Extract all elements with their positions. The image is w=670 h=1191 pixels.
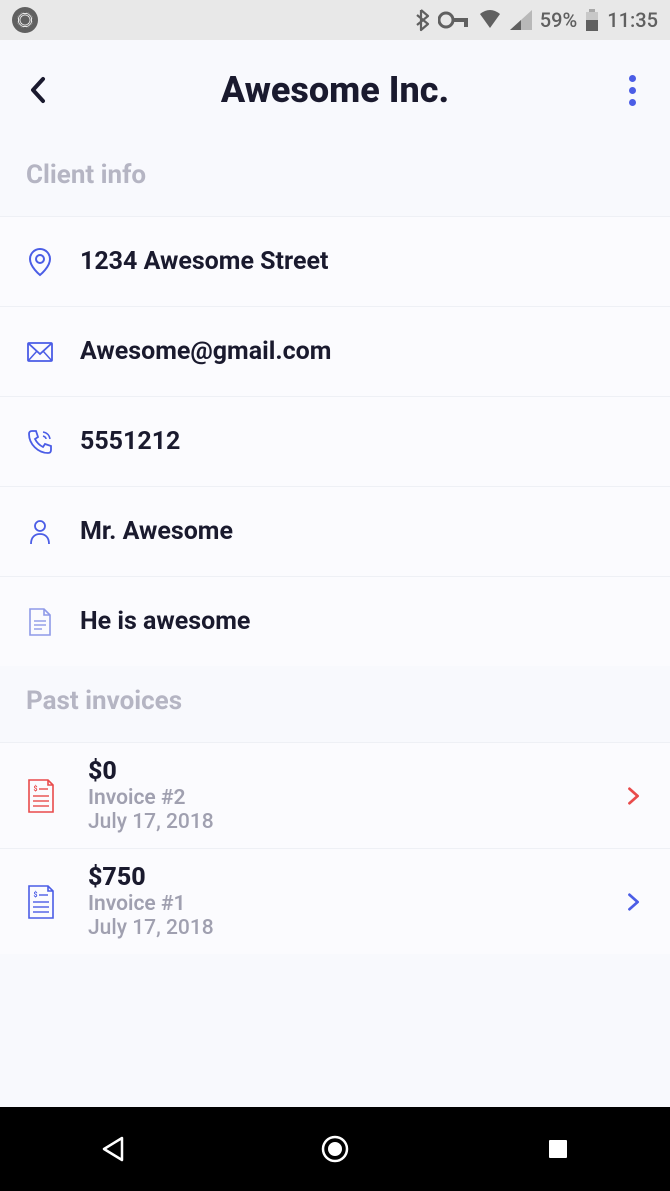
- clock: 11:35: [607, 8, 658, 32]
- battery-percent: 59%: [540, 8, 577, 32]
- svg-text:$: $: [34, 785, 38, 793]
- contact-text: Mr. Awesome: [80, 517, 233, 546]
- envelope-icon: [26, 338, 54, 366]
- nav-back-button[interactable]: [62, 1136, 162, 1162]
- square-recent-icon: [547, 1138, 569, 1160]
- header: Awesome Inc.: [0, 40, 670, 140]
- chevron-right-icon: [624, 892, 644, 912]
- person-icon: [26, 518, 54, 546]
- invoice-row[interactable]: $ $0 Invoice #2 July 17, 2018: [0, 742, 670, 848]
- bluetooth-icon: [414, 8, 430, 32]
- nav-recent-button[interactable]: [508, 1138, 608, 1160]
- invoice-icon: $: [26, 778, 56, 814]
- invoice-row[interactable]: $ $750 Invoice #1 July 17, 2018: [0, 848, 670, 954]
- email-row[interactable]: Awesome@gmail.com: [0, 306, 670, 396]
- client-info-label: Client info: [0, 140, 670, 216]
- notes-row[interactable]: He is awesome: [0, 576, 670, 666]
- chevron-left-icon: [29, 76, 47, 104]
- page-title: Awesome Inc.: [58, 69, 612, 111]
- invoice-icon: $: [26, 884, 56, 920]
- address-row[interactable]: 1234 Awesome Street: [0, 216, 670, 306]
- more-options-button[interactable]: [612, 70, 652, 110]
- chevron-right-icon: [624, 786, 644, 806]
- status-bar: 59% 11:35: [0, 0, 670, 40]
- notes-text: He is awesome: [80, 607, 250, 636]
- more-vertical-icon: [629, 75, 636, 82]
- back-button[interactable]: [18, 70, 58, 110]
- contact-row[interactable]: Mr. Awesome: [0, 486, 670, 576]
- nav-home-button[interactable]: [285, 1134, 385, 1164]
- document-icon: [26, 608, 54, 636]
- svg-text:$: $: [34, 891, 38, 899]
- key-icon: [438, 11, 470, 29]
- phone-row[interactable]: 5551212: [0, 396, 670, 486]
- invoice-amount: $0: [88, 757, 592, 786]
- circle-home-icon: [320, 1134, 350, 1164]
- address-text: 1234 Awesome Street: [80, 247, 328, 276]
- battery-icon: [585, 9, 599, 31]
- invoice-amount: $750: [88, 863, 592, 892]
- cell-signal-icon: [510, 10, 532, 30]
- triangle-back-icon: [100, 1136, 124, 1162]
- phone-text: 5551212: [80, 427, 180, 456]
- invoice-name: Invoice #2: [88, 786, 592, 810]
- phone-icon: [26, 428, 54, 456]
- email-text: Awesome@gmail.com: [80, 337, 331, 366]
- invoice-name: Invoice #1: [88, 892, 592, 916]
- invoice-date: July 17, 2018: [88, 810, 592, 834]
- spotify-icon: [12, 7, 38, 33]
- android-nav-bar: [0, 1107, 670, 1191]
- invoice-date: July 17, 2018: [88, 916, 592, 940]
- past-invoices-label: Past invoices: [0, 666, 670, 742]
- location-pin-icon: [26, 248, 54, 276]
- wifi-icon: [478, 10, 502, 30]
